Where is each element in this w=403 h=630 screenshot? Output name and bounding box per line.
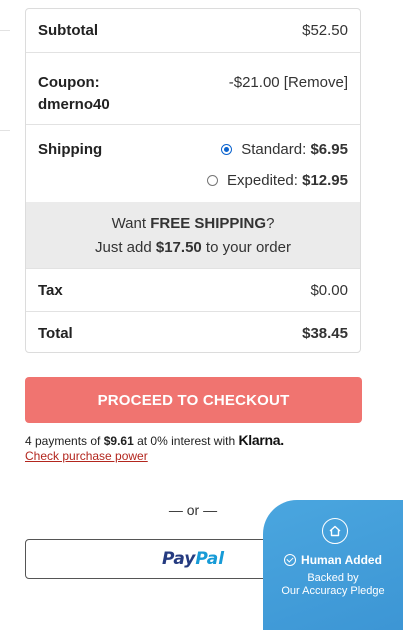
free-shipping-highlight: FREE SHIPPING xyxy=(150,215,267,232)
coupon-code: dmerno40 xyxy=(38,96,110,113)
badge-title: Human Added xyxy=(263,553,403,567)
coupon-amount-group: -$21.00 [Remove] xyxy=(229,74,348,91)
total-row: Total $38.45 xyxy=(26,311,360,353)
free-shipping-headline: Want FREE SHIPPING? xyxy=(26,215,360,232)
check-circle-icon xyxy=(284,554,297,566)
add-prefix: Just add xyxy=(95,239,156,256)
badge-line1: Backed by xyxy=(307,572,359,584)
coupon-amount: -$21.00 xyxy=(228,74,280,91)
standard-radio[interactable] xyxy=(221,144,233,155)
add-suffix: to your order xyxy=(201,239,291,256)
shipping-option-standard[interactable]: Standard: $6.95 xyxy=(221,141,348,158)
paypal-logo-part2: Pal xyxy=(195,549,225,569)
standard-name: Standard: xyxy=(241,141,307,158)
tax-value: $0.00 xyxy=(310,282,348,299)
remove-coupon-link[interactable]: [Remove] xyxy=(284,74,348,91)
badge-line2: Our Accuracy Pledge xyxy=(281,585,385,597)
klarna-amount: $9.61 xyxy=(103,434,134,448)
free-shipping-prefix: Want xyxy=(111,215,151,232)
klarna-message: 4 payments of $9.61 at 0% interest with … xyxy=(25,432,284,448)
free-shipping-message: Just add $17.50 to your order xyxy=(26,239,360,256)
shipping-label: Shipping xyxy=(38,141,103,158)
paypal-logo: PayPal xyxy=(162,549,224,569)
page-divider-left xyxy=(0,130,10,131)
coupon-row: Coupon: dmerno40 -$21.00 [Remove] xyxy=(26,52,360,125)
subtotal-value: $52.50 xyxy=(302,22,348,39)
klarna-prefix: 4 payments of xyxy=(25,434,104,448)
expedited-radio[interactable] xyxy=(207,175,219,186)
total-value: $38.45 xyxy=(302,325,348,342)
free-shipping-banner: Want FREE SHIPPING? Just add $17.50 to y… xyxy=(26,202,360,269)
shipping-option-expedited[interactable]: Expedited: $12.95 xyxy=(207,172,348,189)
free-shipping-suffix: ? xyxy=(266,215,275,232)
badge-subtitle: Backed by Our Accuracy Pledge xyxy=(263,572,403,598)
subtotal-row: Subtotal $52.50 xyxy=(26,9,360,53)
order-summary: Subtotal $52.50 Coupon: dmerno40 -$21.00… xyxy=(25,8,361,353)
total-label: Total xyxy=(38,325,73,342)
klarna-logo: Klarna. xyxy=(238,432,284,448)
check-purchase-power-link[interactable]: Check purchase power xyxy=(25,449,148,463)
subtotal-label: Subtotal xyxy=(38,22,98,39)
page-divider-left xyxy=(0,30,10,31)
shipping-row: Shipping Standard: $6.95 Expedited: $12.… xyxy=(26,124,360,202)
expedited-name: Expedited: xyxy=(227,172,298,189)
home-shield-icon xyxy=(322,518,348,544)
proceed-to-checkout-button[interactable]: PROCEED TO CHECKOUT xyxy=(25,377,362,423)
coupon-label: Coupon: xyxy=(38,74,100,91)
paypal-logo-part1: Pay xyxy=(161,549,196,569)
add-amount: $17.50 xyxy=(155,239,202,256)
standard-price: $6.95 xyxy=(310,141,348,158)
klarna-middle: at 0% interest with xyxy=(133,434,239,448)
expedited-price: $12.95 xyxy=(302,172,348,189)
tax-label: Tax xyxy=(38,282,63,299)
tax-row: Tax $0.00 xyxy=(26,269,360,312)
badge-title-text: Human Added xyxy=(301,553,382,567)
accuracy-pledge-badge[interactable]: Human Added Backed by Our Accuracy Pledg… xyxy=(263,500,403,630)
